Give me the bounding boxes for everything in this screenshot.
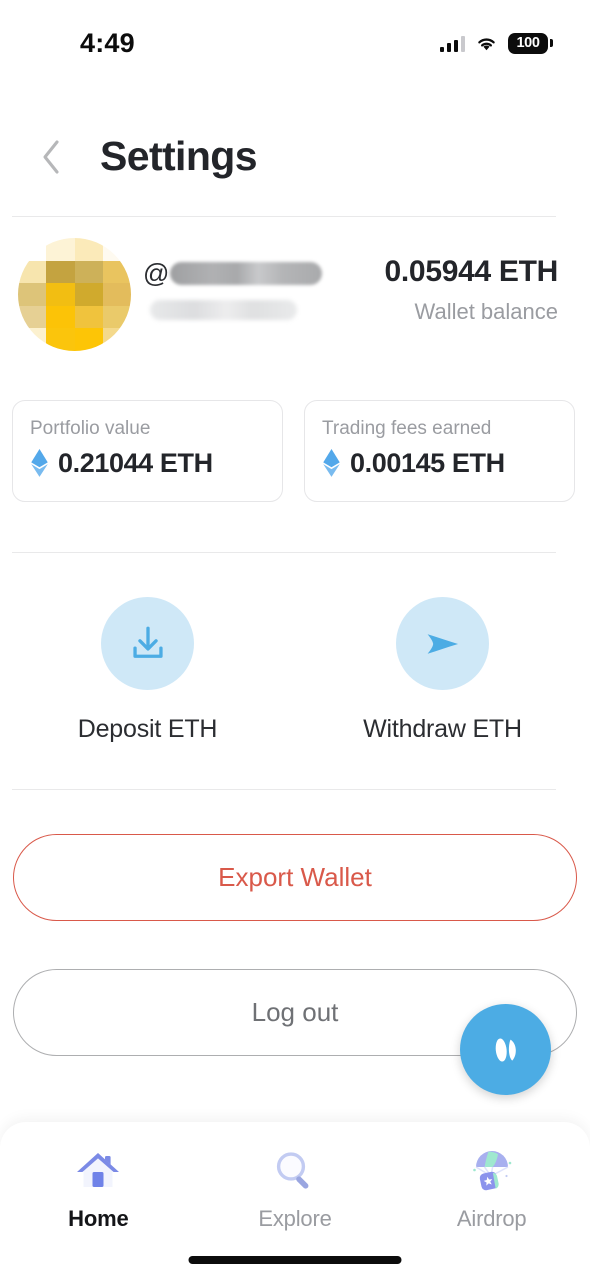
wallet-balance-label: Wallet balance [414, 299, 558, 324]
status-bar-indicators: 100 [439, 30, 553, 56]
divider-middle [12, 552, 556, 553]
action-label: Deposit ETH [77, 715, 218, 743]
cellular-signal-icon [439, 35, 465, 52]
settings-screen: 4:49 100 Settings @ 0.05944 ETH Wallet b… [0, 0, 590, 1280]
floating-action-button[interactable] [460, 1004, 551, 1095]
bottom-navigation: Home Explore Airdrop [0, 1122, 590, 1280]
page-header: Settings [0, 125, 590, 195]
battery-icon: 100 [508, 32, 553, 54]
withdraw-eth-button[interactable]: Withdraw ETH [295, 597, 590, 744]
back-button[interactable] [30, 133, 72, 181]
page-title: Settings [100, 133, 258, 179]
parachute-gift-icon [463, 1142, 521, 1200]
nav-label: Home [68, 1206, 129, 1231]
divider-top [12, 216, 556, 217]
pixelated-avatar[interactable] [18, 238, 131, 351]
deposit-icon-circle [101, 597, 194, 690]
export-wallet-button[interactable]: Export Wallet [13, 834, 577, 921]
wallet-balance-amount: 0.05944 ETH [384, 255, 559, 288]
status-bar: 4:49 100 [0, 0, 590, 78]
nav-item-airdrop[interactable]: Airdrop [393, 1142, 590, 1280]
chevron-left-icon [43, 140, 59, 174]
stat-value: 0.21044 ETH [58, 447, 213, 478]
deposit-eth-button[interactable]: Deposit ETH [0, 597, 295, 744]
house-icon [69, 1142, 127, 1200]
nav-item-home[interactable]: Home [0, 1142, 197, 1280]
stat-value: 0.00145 ETH [350, 447, 505, 478]
home-indicator [188, 1256, 402, 1264]
avatar-mosaic [18, 238, 131, 351]
wallet-balance-block: 0.05944 ETH Wallet balance [384, 254, 559, 325]
nav-label: Airdrop [456, 1206, 527, 1231]
stat-card-trading-fees-earned[interactable]: Trading fees earned 0.00145 ETH [304, 400, 575, 502]
redacted-subtitle [150, 300, 297, 320]
profile-handle: @ [143, 258, 323, 288]
stat-label: Trading fees earned [322, 418, 492, 439]
stat-card-portfolio-value[interactable]: Portfolio value 0.21044 ETH [12, 400, 283, 502]
ethereum-icon [323, 448, 340, 477]
wings-logo-icon [495, 1037, 516, 1062]
stat-cards: Portfolio value 0.21044 ETH Trading fees… [12, 400, 578, 502]
profile-row: @ 0.05944 ETH Wallet balance [0, 238, 590, 353]
ethereum-icon [31, 448, 48, 477]
action-label: Withdraw ETH [363, 715, 522, 743]
withdraw-icon-circle [396, 597, 489, 690]
nav-label: Explore [258, 1206, 332, 1231]
battery-percent-label: 100 [516, 34, 540, 51]
send-plane-icon [427, 633, 458, 654]
divider-bottom [12, 789, 556, 790]
magnifier-icon [266, 1142, 324, 1200]
handle-at-symbol: @ [143, 258, 170, 288]
wallet-actions: Deposit ETH Withdraw ETH [0, 597, 590, 744]
redacted-username [170, 261, 323, 285]
stat-label: Portfolio value [30, 418, 151, 439]
download-tray-icon [132, 626, 163, 658]
wifi-icon [478, 38, 495, 51]
status-bar-time: 4:49 [80, 28, 135, 58]
